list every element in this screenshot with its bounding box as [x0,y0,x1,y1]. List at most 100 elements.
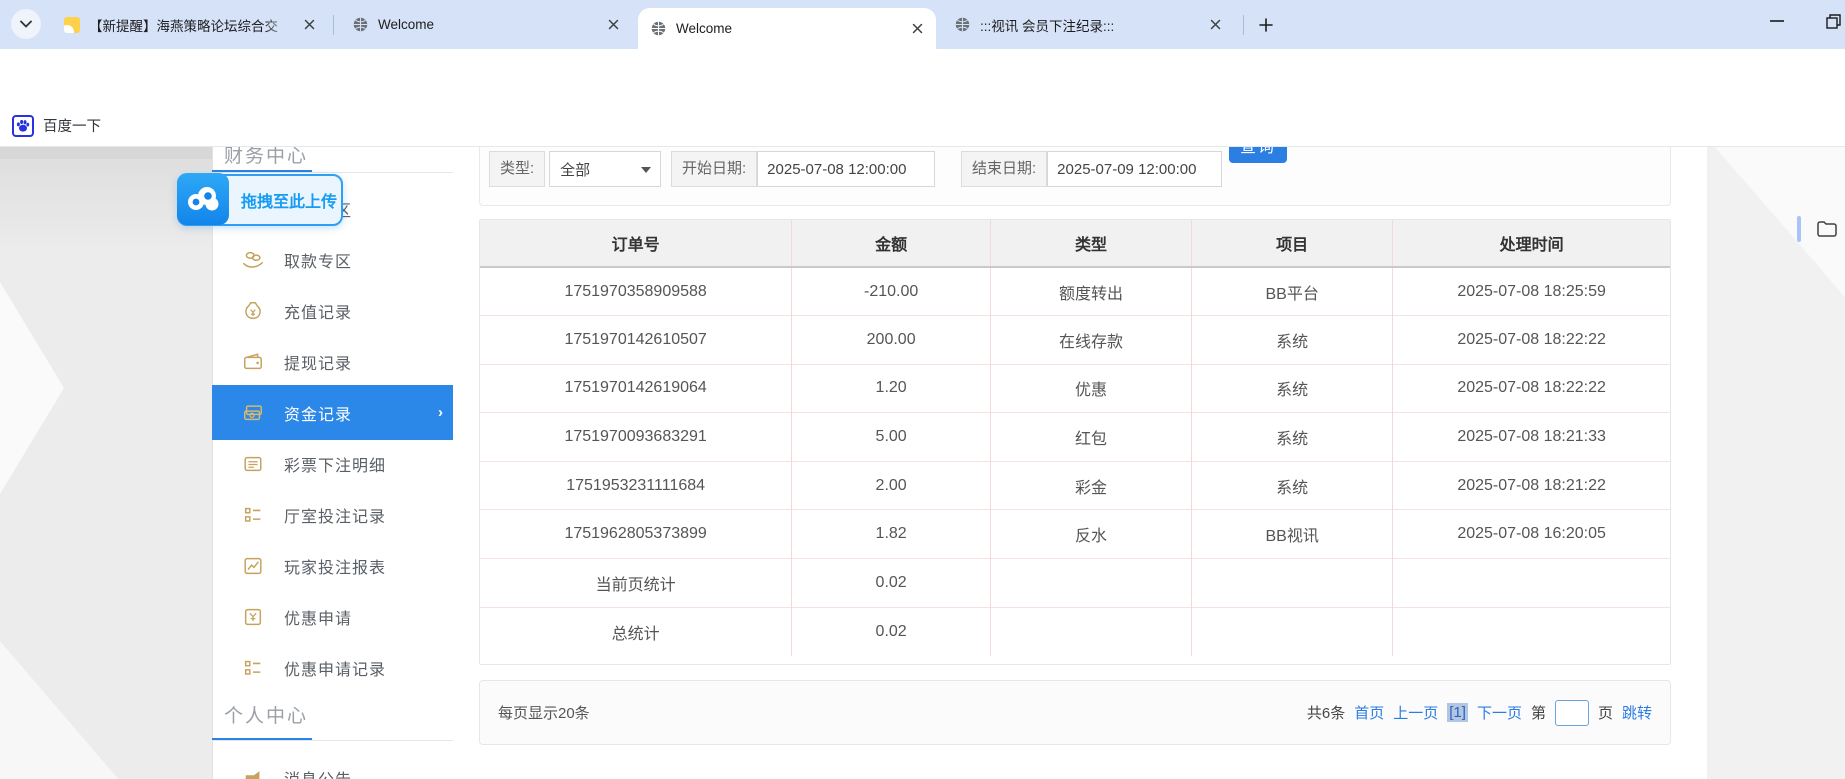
table-cell: 2025-07-08 18:21:33 [1393,413,1670,462]
table-cell: BB平台 [1192,267,1393,316]
restore-button[interactable] [1810,0,1845,42]
funds-record-table: 订单号金额类型项目处理时间 1751970358909588-210.00额度转… [479,219,1671,665]
close-icon[interactable] [300,16,318,34]
tab-separator [333,15,334,35]
table-cell: 反水 [990,510,1191,559]
sidebar-item-提现记录[interactable]: 提现记录 [212,336,453,387]
baidu-netdisk-drop-overlay[interactable]: 拖拽至此上传 [177,174,343,226]
table-cell: 2025-07-08 16:20:05 [1393,510,1670,559]
table-cell: 总统计 [480,607,792,656]
sidebar-item-资金记录[interactable]: 资金记录› [212,385,453,440]
sidebar-item-label: 资金记录 [284,401,352,425]
bookmark-baidu[interactable]: 百度一下 [12,112,101,139]
sidebar-item-优惠申请记录[interactable]: 优惠申请记录 [212,642,453,693]
sidebar-item-优惠申请[interactable]: 优惠申请 [212,591,453,642]
table-cell: 1751970142619064 [480,364,792,413]
tab-welcome-active[interactable]: Welcome [638,8,936,49]
new-tab-button[interactable] [1252,11,1279,38]
prev-page-link[interactable]: 上一页 [1393,702,1438,723]
player-report-icon [242,555,264,577]
end-date-label: 结束日期: [961,151,1047,187]
table-cell: -210.00 [792,267,991,316]
sidebar-item-label: 消息公告 [284,766,352,779]
sidebar-item-消息公告[interactable]: 消息公告 [212,752,453,779]
table-header-row: 订单号金额类型项目处理时间 [480,220,1670,267]
chevron-down-icon [641,167,651,173]
table-cell: 系统 [1192,461,1393,510]
table-cell [1393,607,1670,656]
jump-button[interactable]: 跳转 [1622,702,1652,723]
table-cell: 系统 [1192,316,1393,365]
tab-search-button[interactable] [11,9,41,39]
table-cell: 5.00 [792,413,991,462]
netdisk-drop-label: 拖拽至此上传 [241,188,337,212]
total-count-label: 共6条 [1307,702,1345,723]
tab-video-records[interactable]: :::视讯 会员下注纪录::: [942,0,1234,49]
sidebar-item-充值记录[interactable]: 充值记录 [212,285,453,336]
tab-title: 【新提醒】海燕策略论坛综合交 [89,15,294,35]
sidebar-item-玩家投注报表[interactable]: 玩家投注报表 [212,540,453,591]
tab-title: Welcome [676,21,902,36]
bookmarks-bar: 百度一下 [0,104,1845,147]
sidebar-item-彩票下注明细[interactable]: 彩票下注明细 [212,438,453,489]
first-page-link[interactable]: 首页 [1354,702,1384,723]
table-cell: 系统 [1192,413,1393,462]
hall-bet-record-icon [242,504,264,526]
table-cell [1393,559,1670,608]
start-date-input[interactable] [757,151,935,187]
table-summary-row: 当前页统计0.02 [480,559,1670,608]
sidebar-item-厅室投注记录[interactable]: 厅室投注记录 [212,489,453,540]
promo-record-icon [242,657,264,679]
minimize-button[interactable] [1754,0,1800,42]
close-icon[interactable] [604,16,622,34]
withdraw-icon [242,249,264,271]
bookmarks-folder-button[interactable] [1812,214,1842,244]
type-select[interactable]: 全部 [549,151,661,187]
background-triangle [0,641,120,779]
recharge-record-icon [242,300,264,322]
sidebar-item-label: 充值记录 [284,299,352,323]
jump-page-input[interactable] [1555,700,1589,726]
sidebar-item-label: 厅室投注记录 [284,503,386,527]
table-summary-row: 总统计0.02 [480,607,1670,656]
table-cell: 1751962805373899 [480,510,792,559]
table-cell: 2025-07-08 18:22:22 [1393,364,1670,413]
current-page-indicator: [1] [1447,703,1468,722]
end-date-input[interactable] [1047,151,1222,187]
tab-forum[interactable]: 【新提醒】海燕策略论坛综合交 [52,0,328,49]
cashout-record-icon [242,351,264,373]
sidebar-item-label: 取款专区 [284,248,352,272]
plus-icon [1259,18,1273,32]
tab-title: Welcome [378,17,598,32]
table-cell: 1751970358909588 [480,267,792,316]
table-row: 17519628053738991.82反水BB视讯2025-07-08 16:… [480,510,1670,559]
close-icon[interactable] [908,20,926,38]
table-cell [990,559,1191,608]
browser-toolbar: js13.cc/hhcp/usercenter.html?iniType=6 [0,49,1845,104]
table-row: 1751970358909588-210.00额度转出BB平台2025-07-0… [480,267,1670,316]
section-underline [212,740,453,741]
tab-strip: 【新提醒】海燕策略论坛综合交 Welcome Welcome :::视讯 会员下… [0,0,1845,49]
bookmark-label: 百度一下 [43,115,101,136]
column-header: 处理时间 [1393,220,1670,267]
table-cell: 1.20 [792,364,991,413]
column-header: 金额 [792,220,991,267]
funds-record-icon [242,402,264,424]
jump-prefix-label: 第 [1531,702,1546,723]
tab-welcome-1[interactable]: Welcome [340,0,632,49]
section-underline [212,172,453,173]
sidebar-item-label: 优惠申请 [284,605,352,629]
table-cell: 红包 [990,413,1191,462]
next-page-link[interactable]: 下一页 [1477,702,1522,723]
table-cell: 系统 [1192,364,1393,413]
browser-chrome: 【新提醒】海燕策略论坛综合交 Welcome Welcome :::视讯 会员下… [0,0,1845,147]
table-cell [1192,607,1393,656]
table-cell: BB视讯 [1192,510,1393,559]
table-cell: 0.02 [792,559,991,608]
background-band [0,147,212,159]
forum-yellow-icon [64,17,80,33]
close-icon[interactable] [1206,16,1224,34]
table-cell: 彩金 [990,461,1191,510]
sidebar-item-取款专区[interactable]: 取款专区 [212,234,453,285]
baidu-netdisk-icon [177,173,229,225]
